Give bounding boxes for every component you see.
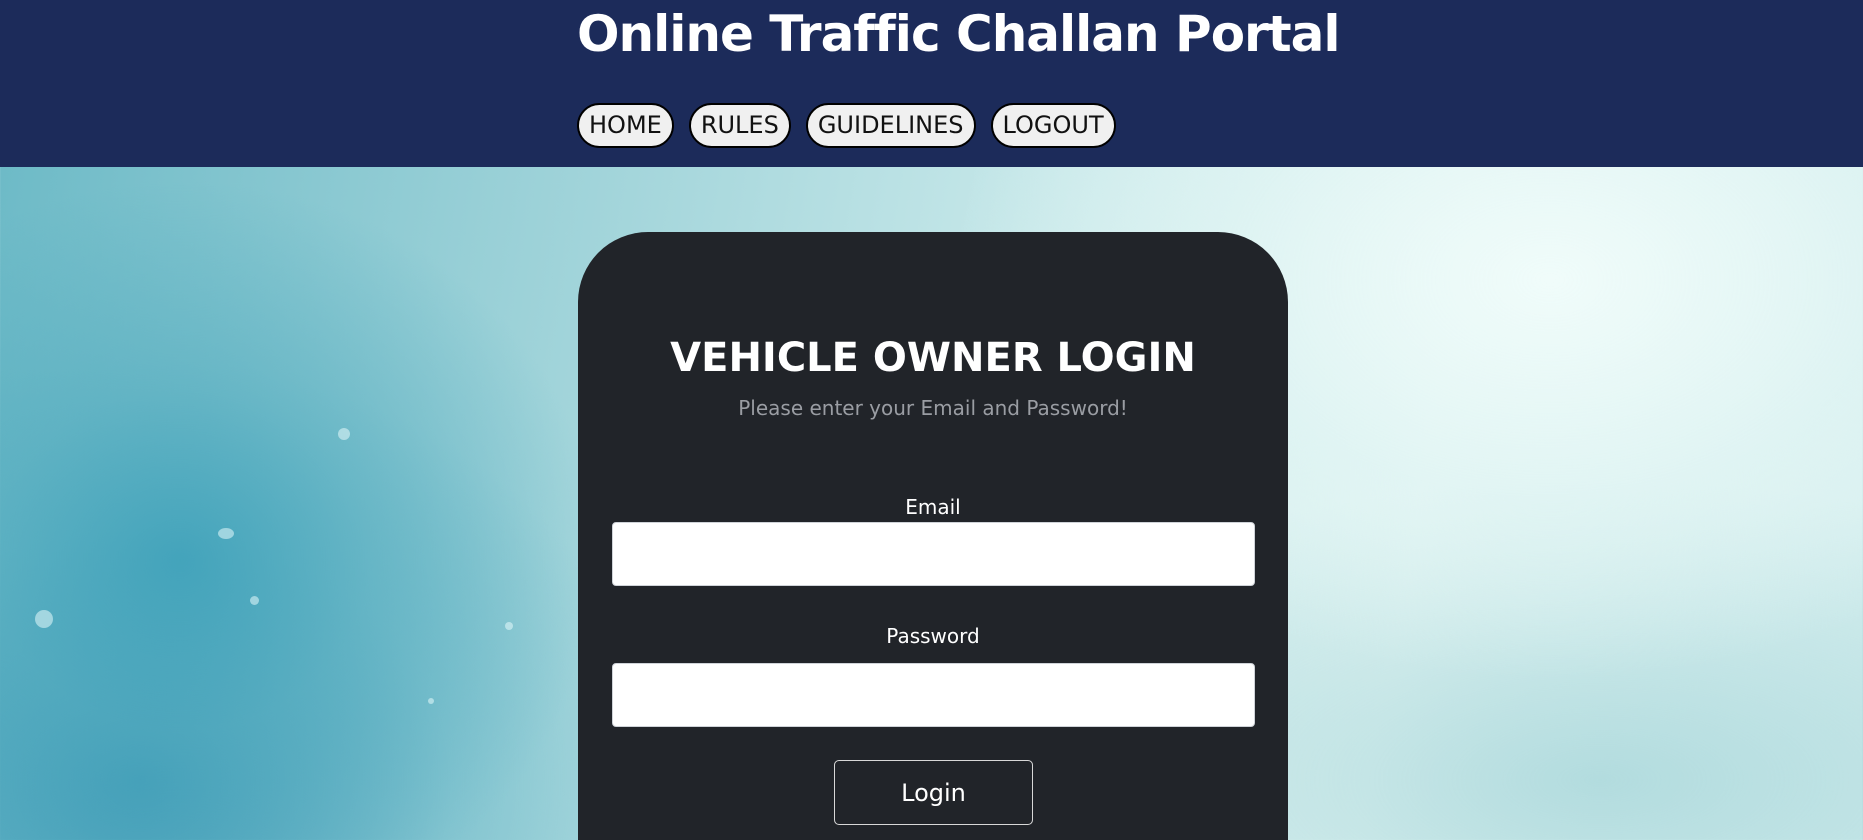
email-label: Email	[905, 495, 961, 519]
nav-guidelines-button[interactable]: GUIDELINES	[805, 103, 976, 148]
nav-home-button[interactable]: HOME	[577, 103, 674, 148]
login-button[interactable]: Login	[834, 760, 1033, 825]
login-card: VEHICLE OWNER LOGIN Please enter your Em…	[578, 232, 1288, 840]
background-speck	[505, 622, 513, 630]
email-field[interactable]	[612, 522, 1255, 586]
password-label: Password	[886, 624, 980, 648]
login-subtitle: Please enter your Email and Password!	[738, 396, 1128, 420]
background-speck	[250, 596, 259, 605]
login-title: VEHICLE OWNER LOGIN	[670, 335, 1196, 381]
background-speck	[218, 528, 234, 539]
nav-logout-button[interactable]: LOGOUT	[990, 103, 1116, 148]
main-nav: HOME RULES GUIDELINES LOGOUT	[577, 103, 1116, 148]
background-speck	[428, 698, 434, 704]
site-title: Online Traffic Challan Portal	[577, 5, 1340, 63]
password-field[interactable]	[612, 663, 1255, 727]
nav-rules-button[interactable]: RULES	[688, 103, 791, 148]
background-speck	[338, 428, 350, 440]
background-speck	[35, 610, 53, 628]
site-header: Online Traffic Challan Portal HOME RULES…	[0, 0, 1863, 167]
